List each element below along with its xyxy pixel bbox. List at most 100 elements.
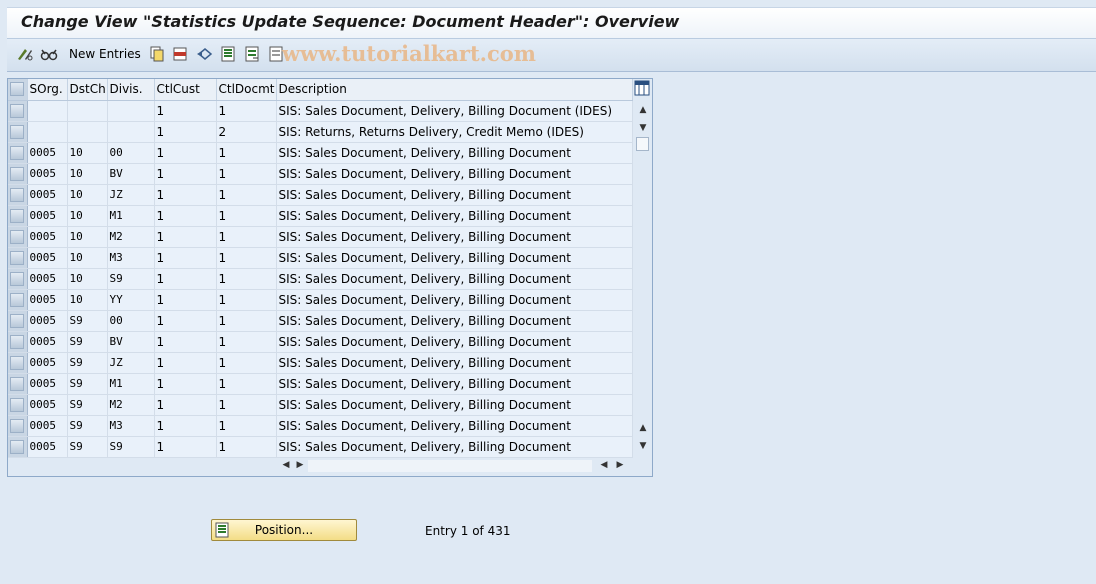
division-cell: 00 <box>107 310 155 332</box>
table-row[interactable]: 0005 S9 BV 1 1 SIS: Sales Document, Delivery,… <box>8 331 633 353</box>
sales-org-cell: 0005 <box>27 352 68 374</box>
table-settings-icon[interactable] <box>634 80 650 96</box>
page-down-icon[interactable]: ▼ <box>636 441 650 451</box>
table-row[interactable]: 0005 10 00 1 1 SIS: Sales Document, Delivery,… <box>8 142 633 164</box>
ctl-docmt-cell: 1 <box>216 415 277 437</box>
row-selector-button[interactable] <box>8 394 28 416</box>
ctl-cust-cell: 1 <box>154 247 217 269</box>
description-cell: SIS: Sales Document, Delivery, Billing D… <box>276 100 633 122</box>
row-selector-button[interactable] <box>8 100 28 122</box>
select-all-icon[interactable] <box>220 46 238 62</box>
scroll-thumb[interactable] <box>636 137 649 151</box>
table-row[interactable]: 1 1 SIS: Sales Document, Delivery, Billing… <box>8 100 633 122</box>
page-up-icon[interactable]: ▲ <box>636 423 650 433</box>
table-row[interactable]: 0005 S9 S9 1 1 SIS: Sales Document, Delivery,… <box>8 436 633 458</box>
ctl-docmt-cell: 1 <box>216 394 277 416</box>
row-selector-button[interactable] <box>8 415 28 437</box>
description-cell: SIS: Sales Document, Delivery, Billing D… <box>276 226 633 248</box>
row-selector-button[interactable] <box>8 184 28 206</box>
description-cell: SIS: Sales Document, Delivery, Billing D… <box>276 310 633 332</box>
distr-channel-cell: S9 <box>67 415 108 437</box>
table-row[interactable]: 0005 10 YY 1 1 SIS: Sales Document, Delivery,… <box>8 289 633 311</box>
scroll-up-icon[interactable]: ▲ <box>636 105 650 115</box>
ctl-cust-cell: 1 <box>154 289 217 311</box>
division-cell: YY <box>107 289 155 311</box>
division-cell: M3 <box>107 247 155 269</box>
division-cell <box>107 121 155 143</box>
row-selector-button[interactable] <box>8 436 28 458</box>
column-header[interactable]: SOrg. <box>27 79 68 101</box>
table-row[interactable]: 0005 S9 00 1 1 SIS: Sales Document, Delivery,… <box>8 310 633 332</box>
row-selector-button[interactable] <box>8 247 28 269</box>
row-selector-button[interactable] <box>8 142 28 164</box>
horizontal-scroll-track[interactable] <box>308 460 592 472</box>
column-header[interactable]: Description <box>276 79 633 101</box>
column-header[interactable]: CtlCust <box>154 79 217 101</box>
division-cell: M2 <box>107 226 155 248</box>
scroll-right-icon[interactable]: ▶ <box>294 460 306 470</box>
column-header[interactable]: DstCh <box>67 79 108 101</box>
row-selector-button[interactable] <box>8 121 28 143</box>
select-all-rows-button[interactable] <box>8 79 28 101</box>
description-cell: SIS: Sales Document, Delivery, Billing D… <box>276 289 633 311</box>
description-cell: SIS: Returns, Returns Delivery, Credit M… <box>276 121 633 143</box>
table-row[interactable]: 0005 S9 M2 1 1 SIS: Sales Document, Delivery,… <box>8 394 633 416</box>
description-cell: SIS: Sales Document, Delivery, Billing D… <box>276 163 633 185</box>
distr-channel-cell: S9 <box>67 352 108 374</box>
position-button[interactable]: Position... <box>211 519 357 541</box>
delete-icon[interactable] <box>172 46 190 62</box>
copy-as-icon[interactable] <box>148 46 166 62</box>
division-cell: S9 <box>107 268 155 290</box>
table-row[interactable]: 0005 10 BV 1 1 SIS: Sales Document, Delivery,… <box>8 163 633 185</box>
table-row[interactable]: 0005 10 M2 1 1 SIS: Sales Document, Delivery,… <box>8 226 633 248</box>
table-row[interactable]: 0005 S9 JZ 1 1 SIS: Sales Document, Delivery,… <box>8 352 633 374</box>
distr-channel-cell: S9 <box>67 436 108 458</box>
division-cell <box>107 100 155 122</box>
sales-org-cell: 0005 <box>27 436 68 458</box>
scroll-right-end-icon[interactable]: ▶ <box>614 460 626 470</box>
row-selector-button[interactable] <box>8 268 28 290</box>
division-cell: M1 <box>107 205 155 227</box>
display-change-icon[interactable] <box>16 46 34 62</box>
distr-channel-cell: S9 <box>67 394 108 416</box>
table-row[interactable]: 0005 10 M1 1 1 SIS: Sales Document, Delivery,… <box>8 205 633 227</box>
division-cell: S9 <box>107 436 155 458</box>
row-selector-button[interactable] <box>8 226 28 248</box>
horizontal-scrollbar[interactable]: ◀ ▶ ◀ ▶ <box>276 457 634 475</box>
row-selector-button[interactable] <box>8 331 28 353</box>
table-row[interactable]: 0005 10 S9 1 1 SIS: Sales Document, Delivery,… <box>8 268 633 290</box>
scroll-left-icon[interactable]: ◀ <box>280 460 292 470</box>
row-selector-button[interactable] <box>8 373 28 395</box>
table-row[interactable]: 1 2 SIS: Returns, Returns Delivery, Credit… <box>8 121 633 143</box>
row-selector-button[interactable] <box>8 352 28 374</box>
glasses-icon[interactable] <box>40 46 58 62</box>
description-cell: SIS: Sales Document, Delivery, Billing D… <box>276 415 633 437</box>
select-block-icon[interactable] <box>244 46 262 62</box>
ctl-docmt-cell: 1 <box>216 142 277 164</box>
new-entries-button[interactable]: New Entries <box>69 47 141 61</box>
division-cell: BV <box>107 331 155 353</box>
row-selector-button[interactable] <box>8 205 28 227</box>
row-selector-button[interactable] <box>8 163 28 185</box>
sales-org-cell: 0005 <box>27 331 68 353</box>
undo-icon[interactable] <box>196 46 214 62</box>
table-row[interactable]: 0005 10 M3 1 1 SIS: Sales Document, Delivery,… <box>8 247 633 269</box>
table-row[interactable]: 0005 10 JZ 1 1 SIS: Sales Document, Delivery,… <box>8 184 633 206</box>
description-cell: SIS: Sales Document, Delivery, Billing D… <box>276 268 633 290</box>
vertical-scrollbar[interactable]: ▲ ▼ ▲ ▼ <box>634 79 652 457</box>
sales-org-cell: 0005 <box>27 184 68 206</box>
distr-channel-cell <box>67 121 108 143</box>
description-cell: SIS: Sales Document, Delivery, Billing D… <box>276 373 633 395</box>
row-selector-button[interactable] <box>8 289 28 311</box>
watermark-text: www.tutorialkart.com <box>282 41 536 66</box>
column-header[interactable]: Divis. <box>107 79 155 101</box>
column-header[interactable]: CtlDocmt <box>216 79 277 101</box>
scroll-down-icon[interactable]: ▼ <box>636 123 650 133</box>
table-row[interactable]: 0005 S9 M1 1 1 SIS: Sales Document, Delivery,… <box>8 373 633 395</box>
sales-org-cell: 0005 <box>27 142 68 164</box>
ctl-cust-cell: 1 <box>154 205 217 227</box>
scroll-left-end-icon[interactable]: ◀ <box>598 460 610 470</box>
sales-org-cell: 0005 <box>27 394 68 416</box>
row-selector-button[interactable] <box>8 310 28 332</box>
table-row[interactable]: 0005 S9 M3 1 1 SIS: Sales Document, Delivery,… <box>8 415 633 437</box>
